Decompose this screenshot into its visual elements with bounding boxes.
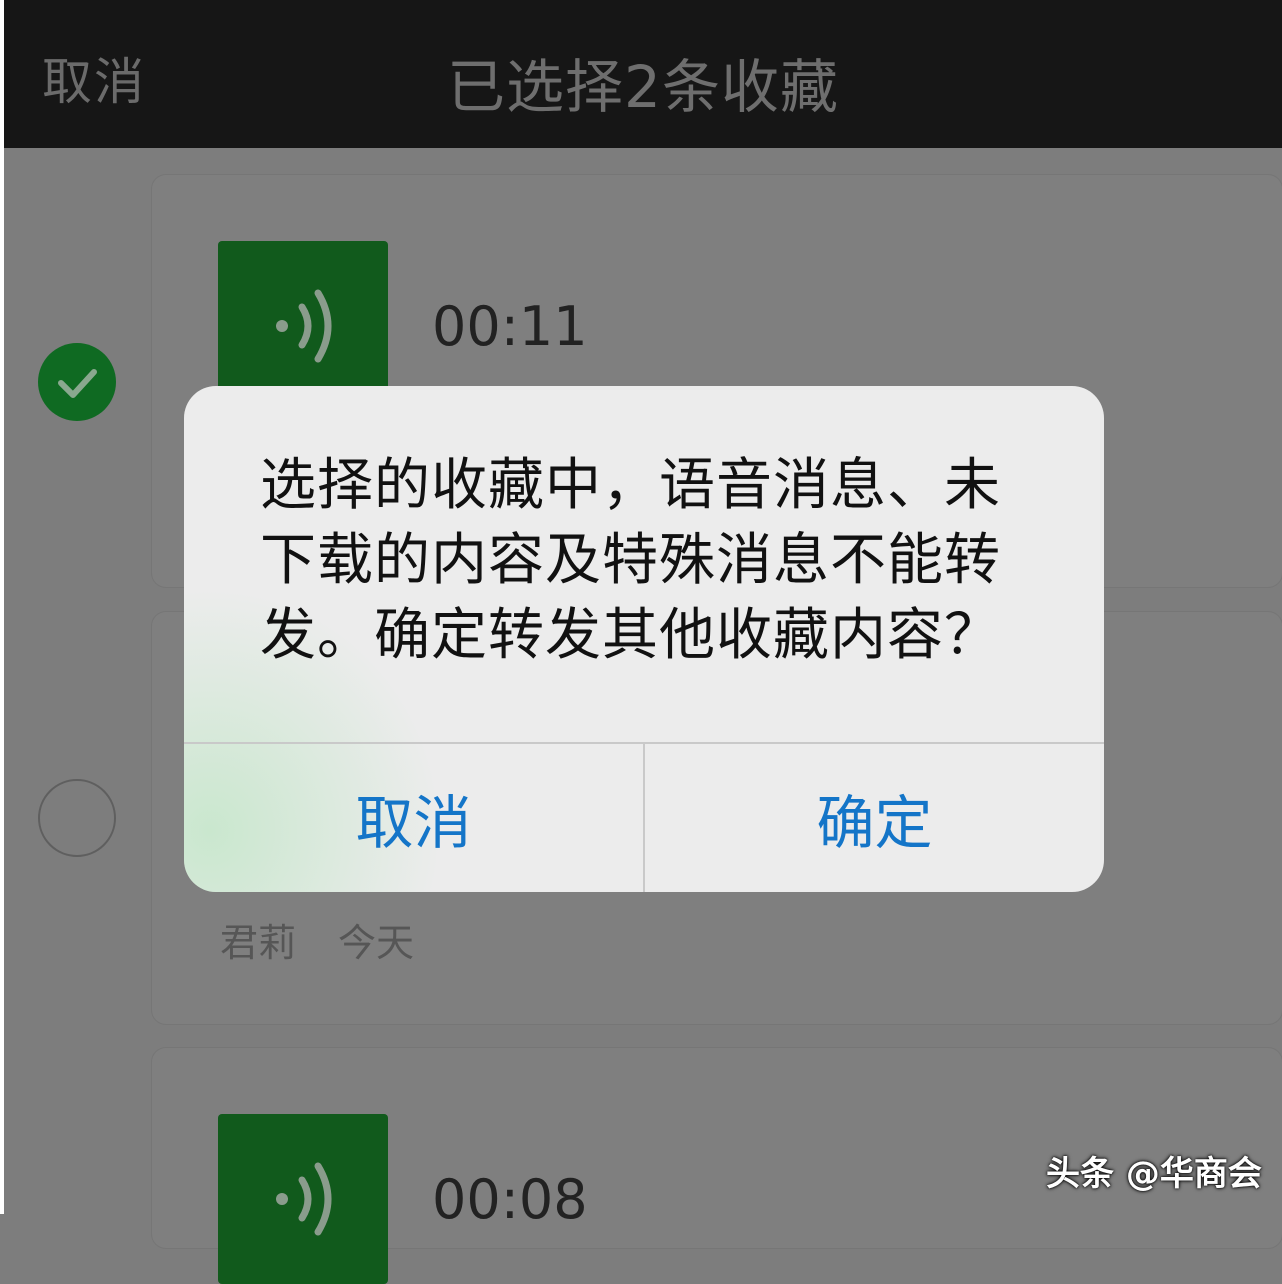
item-meta: 君莉 今天 [220, 912, 414, 967]
voice-icon [276, 1162, 332, 1236]
dialog-cancel-button[interactable]: 取消 [184, 743, 643, 892]
watermark: 头条 @华商会 [1046, 1154, 1262, 1194]
item-author: 君莉 [220, 921, 297, 965]
alert-dialog: 选择的收藏中，语音消息、未下载的内容及特殊消息不能转发。确定转发其他收藏内容？ … [184, 386, 1104, 892]
voice-duration: 00:11 [432, 295, 588, 358]
unselected-radio[interactable] [38, 779, 116, 857]
left-edge [0, 0, 4, 1214]
voice-message-thumbnail [218, 1114, 388, 1284]
dialog-confirm-button[interactable]: 确定 [645, 743, 1104, 892]
dialog-message: 选择的收藏中，语音消息、未下载的内容及特殊消息不能转发。确定转发其他收藏内容？ [260, 453, 1001, 668]
voice-duration: 00:08 [432, 1168, 588, 1231]
page-title: 已选择2条收藏 [447, 53, 839, 121]
top-navigation-bar: 取消 已选择2条收藏 [4, 0, 1282, 148]
checkmark-icon [58, 369, 97, 398]
selected-checkbox[interactable] [38, 343, 116, 421]
item-date: 今天 [338, 921, 415, 965]
